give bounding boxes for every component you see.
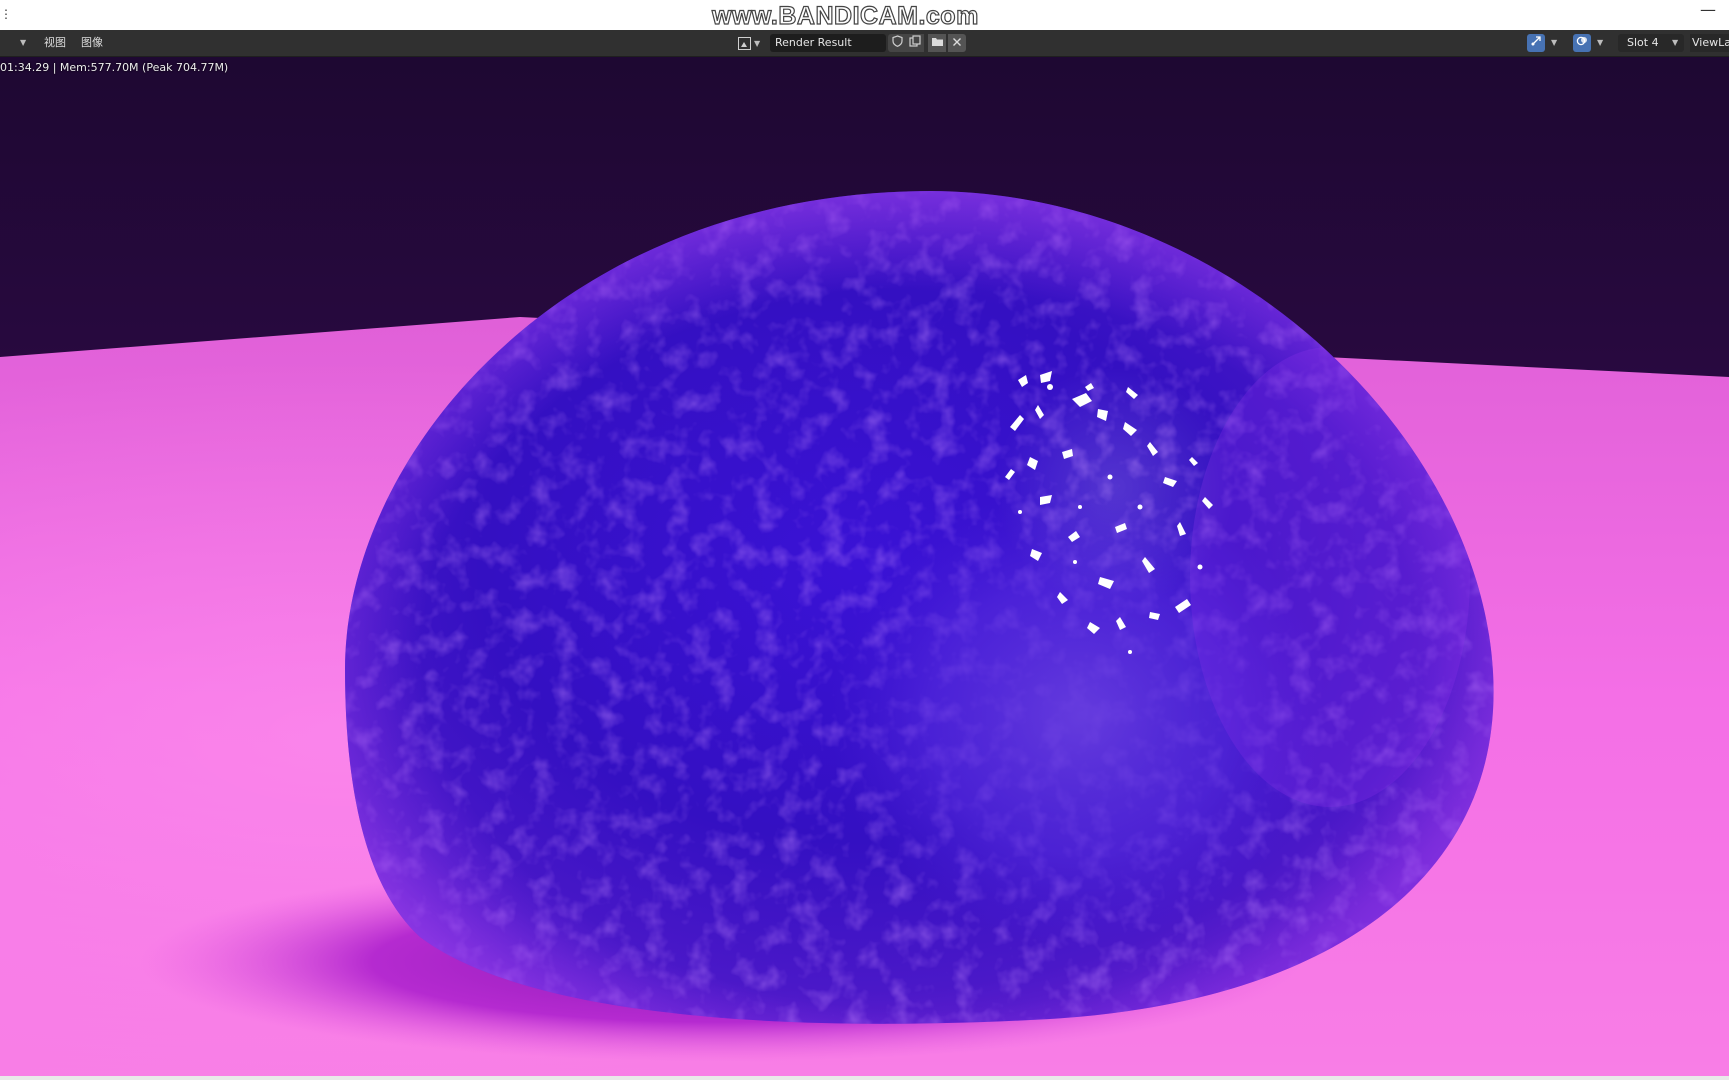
chevron-down-icon[interactable]: ▼ — [1597, 30, 1603, 56]
folder-icon[interactable] — [928, 34, 946, 52]
chevron-down-icon[interactable]: ▼ — [1672, 30, 1678, 56]
chevron-down-icon[interactable]: ▼ — [20, 30, 26, 56]
window-menu-icon[interactable]: ⋮ — [0, 7, 12, 21]
chevron-down-icon: ▼ — [754, 39, 761, 48]
menu-image[interactable]: 图像 — [81, 30, 103, 56]
fake-user-shield-icon[interactable] — [888, 34, 906, 52]
image-editor-header: ▼ 视图 图像 ▼ Render Result ▼ ▼ Slot 4 ▼ Vie… — [0, 30, 1729, 57]
render-result-canvas[interactable] — [0, 57, 1729, 1080]
overlay-icon[interactable] — [1573, 34, 1591, 52]
bottom-edge — [0, 1076, 1729, 1080]
image-browse-button[interactable]: ▼ — [738, 34, 768, 52]
window-title-bar: ⋮ www.BANDICAM.com — — [0, 0, 1729, 31]
image-icon — [738, 36, 751, 50]
view-layer-dropdown[interactable]: ViewLayer — [1690, 34, 1729, 52]
render-status-text: 01:34.29 | Mem:577.70M (Peak 704.77M) — [0, 61, 229, 74]
duplicate-icon[interactable] — [906, 34, 924, 52]
gizmo-icon[interactable] — [1527, 34, 1545, 52]
image-name-field[interactable]: Render Result — [770, 34, 886, 52]
minimize-icon[interactable]: — — [1700, 0, 1716, 19]
close-icon[interactable] — [948, 34, 966, 52]
menu-view[interactable]: 视图 — [44, 30, 66, 56]
chevron-down-icon[interactable]: ▼ — [1551, 30, 1557, 56]
bandicam-watermark: www.BANDICAM.com — [711, 2, 979, 30]
